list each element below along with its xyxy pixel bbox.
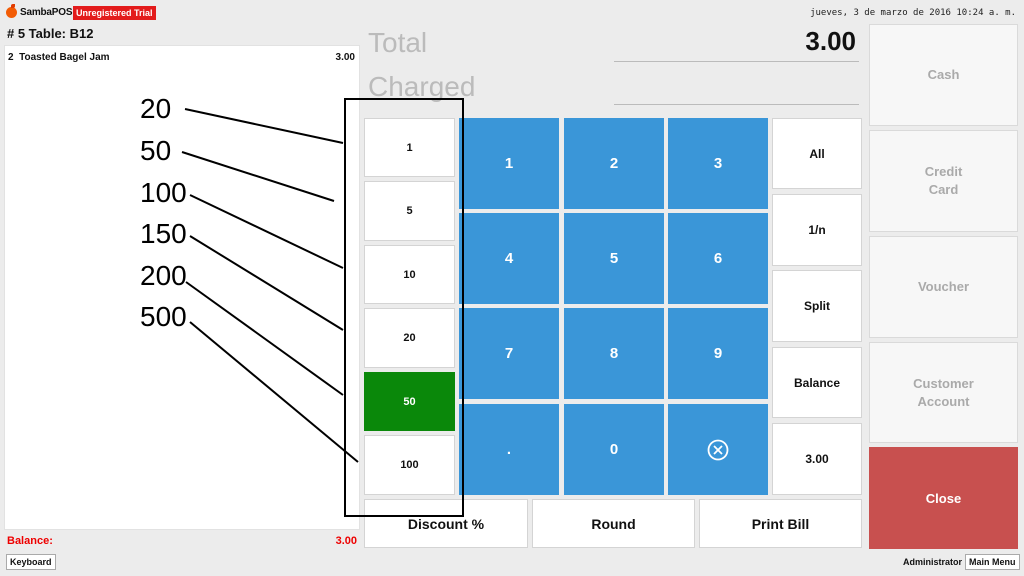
top-bar: SambaPOS Unregistered Trial jueves, 3 de… (0, 0, 1024, 26)
tender-button-20[interactable]: 20 (364, 308, 455, 368)
credit-card-payment-button[interactable]: Credit Card (869, 130, 1018, 232)
order-row[interactable]: 2 Toasted Bagel Jam 3.00 (5, 46, 359, 63)
numpad-8[interactable]: 8 (564, 308, 664, 399)
split-button[interactable]: Split (772, 270, 862, 342)
numpad-5[interactable]: 5 (564, 213, 664, 304)
print-bill-button[interactable]: Print Bill (699, 499, 862, 548)
ticket-title: # 5 Table: B12 (7, 26, 94, 41)
numpad-0[interactable]: 0 (564, 404, 664, 495)
total-underline (614, 61, 859, 62)
numpad-4[interactable]: 4 (459, 213, 559, 304)
balance-button[interactable]: Balance (772, 347, 862, 418)
annotation-number: 20 (140, 93, 172, 124)
amount-button[interactable]: 3.00 (772, 423, 862, 495)
app-logo: SambaPOS (6, 4, 73, 18)
charged-label: Charged (368, 71, 476, 102)
current-user: Administrator (903, 557, 963, 567)
round-button[interactable]: Round (532, 499, 695, 548)
order-price: 3.00 (335, 52, 355, 63)
keyboard-button[interactable]: Keyboard (6, 554, 56, 570)
balance-value: 3.00 (335, 535, 357, 547)
tender-button-100[interactable]: 100 (364, 435, 455, 495)
split-n-button[interactable]: 1/n (772, 194, 862, 266)
cash-payment-button[interactable]: Cash (869, 24, 1018, 126)
numpad-2[interactable]: 2 (564, 118, 664, 209)
numpad-decimal[interactable]: . (459, 404, 559, 495)
tender-button-1[interactable]: 1 (364, 118, 455, 177)
order-name: 2 Toasted Bagel Jam (8, 52, 110, 63)
all-button[interactable]: All (772, 118, 862, 189)
order-qty: 2 (8, 52, 14, 63)
numpad-3[interactable]: 3 (668, 118, 768, 209)
order-item-name: Toasted Bagel Jam (19, 52, 110, 63)
annotation-number: 100 (140, 177, 187, 208)
numpad-clear-button[interactable] (668, 404, 768, 495)
annotation-number: 500 (140, 301, 187, 332)
close-button[interactable]: Close (869, 447, 1018, 549)
annotation-number: 50 (140, 135, 172, 166)
numpad-9[interactable]: 9 (668, 308, 768, 399)
charged-underline (614, 104, 859, 105)
customer-account-payment-button[interactable]: Customer Account (869, 342, 1018, 443)
tender-button-50[interactable]: 50 (364, 372, 455, 431)
main-menu-button[interactable]: Main Menu (965, 554, 1020, 570)
discount-button[interactable]: Discount % (364, 499, 528, 548)
clear-circle-x-icon (707, 439, 729, 460)
tender-button-10[interactable]: 10 (364, 245, 455, 304)
numpad-1[interactable]: 1 (459, 118, 559, 209)
balance-label: Balance: (7, 535, 53, 547)
numpad-6[interactable]: 6 (668, 213, 768, 304)
total-value: 3.00 (805, 26, 856, 56)
samba-logo-icon (6, 4, 17, 18)
numpad-7[interactable]: 7 (459, 308, 559, 399)
total-label: Total (368, 27, 428, 58)
voucher-payment-button[interactable]: Voucher (869, 236, 1018, 338)
app-name: SambaPOS (20, 7, 73, 18)
datetime: jueves, 3 de marzo de 2016 10:24 a. m. (810, 8, 1016, 18)
tender-button-5[interactable]: 5 (364, 181, 455, 241)
annotation-number: 150 (140, 218, 187, 249)
trial-badge: Unregistered Trial (73, 6, 156, 20)
annotation-number: 200 (140, 260, 187, 291)
